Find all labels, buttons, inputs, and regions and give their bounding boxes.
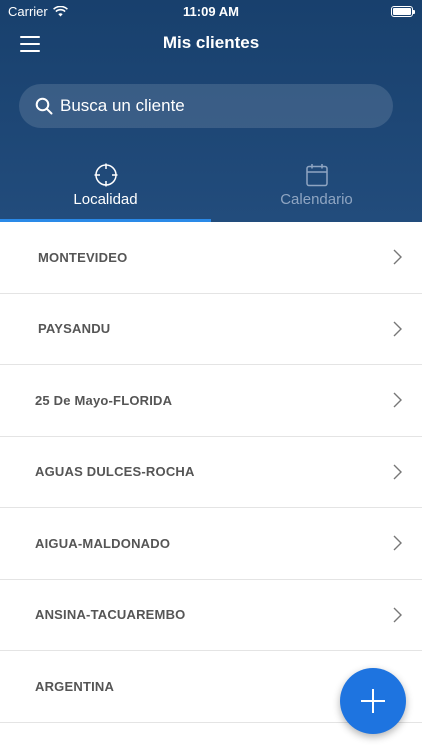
chevron-right-icon <box>393 607 402 623</box>
chevron-right-icon <box>393 249 402 265</box>
calendar-icon <box>305 164 328 187</box>
list-item-label: 25 De Mayo-FLORIDA <box>35 392 173 408</box>
list-item-paysandu[interactable]: PAYSANDU <box>0 294 422 365</box>
tab-calendario[interactable]: Calendario <box>211 160 422 222</box>
list-item-label: AGUAS DULCES-ROCHA <box>35 464 195 480</box>
list-item-label: MONTEVIDEO <box>38 249 128 265</box>
add-client-button[interactable] <box>340 668 406 734</box>
crosshair-icon <box>94 163 117 187</box>
navigation-bar: Mis clientes <box>0 22 422 66</box>
list-item-label: AIGUA-MALDONADO <box>35 535 171 551</box>
list-item-aigua-maldonado[interactable]: AIGUA-MALDONADO <box>0 508 422 580</box>
search-input[interactable] <box>60 96 360 116</box>
battery-icon <box>391 6 415 17</box>
tab-bar: Localidad Calendario <box>0 160 422 222</box>
list-item-25-de-mayo-florida[interactable]: 25 De Mayo-FLORIDA <box>0 365 422 437</box>
list-item-aguas-dulces-rocha[interactable]: AGUAS DULCES-ROCHA <box>0 437 422 508</box>
chevron-right-icon <box>393 321 402 337</box>
search-icon <box>35 97 53 115</box>
chevron-right-icon <box>393 464 402 480</box>
status-time: 11:09 AM <box>183 4 239 19</box>
plus-icon <box>361 689 385 713</box>
list-item-label: ANSINA-TACUAREMBO <box>35 607 186 623</box>
list-item-ansina-tacuarembo[interactable]: ANSINA-TACUAREMBO <box>0 580 422 651</box>
list-item-montevideo[interactable]: MONTEVIDEO <box>0 222 422 294</box>
tab-label-localidad: Localidad <box>73 191 138 208</box>
location-list: MONTEVIDEO PAYSANDU 25 De Mayo-FLORIDA A… <box>0 222 422 723</box>
page-title: Mis clientes <box>162 33 260 52</box>
list-item-label: ARGENTINA <box>35 678 115 694</box>
app-header: Carrier 11:09 AM Mis clientes Busca un c… <box>0 0 422 222</box>
tab-label-calendario: Calendario <box>280 191 353 208</box>
tab-localidad[interactable]: Localidad <box>0 160 211 222</box>
status-bar: Carrier 11:09 AM <box>0 0 422 22</box>
search-bar[interactable] <box>19 84 393 128</box>
list-item-label: PAYSANDU <box>38 321 111 337</box>
chevron-right-icon <box>393 535 402 551</box>
chevron-right-icon <box>393 392 402 408</box>
